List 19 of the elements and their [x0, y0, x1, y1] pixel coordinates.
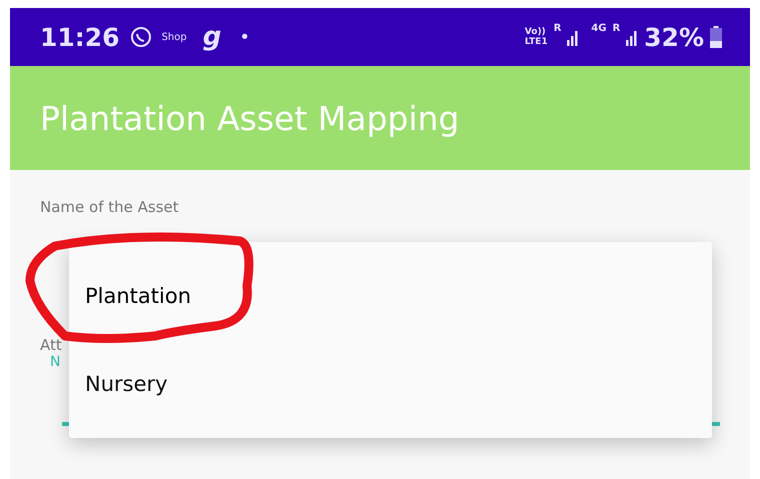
shop-notification: Shop: [162, 32, 187, 42]
volte-indicator: Vo)) LTE1: [524, 27, 548, 47]
battery-percentage: 32%: [644, 22, 704, 52]
dropdown-option[interactable]: Nursery: [69, 340, 712, 428]
field-value: N: [50, 354, 60, 370]
network-type: 4G: [591, 22, 606, 34]
dropdown-option[interactable]: Plantation: [69, 252, 712, 340]
field-label: Name of the Asset: [40, 198, 179, 216]
battery-icon: [710, 26, 722, 48]
signal-icon: [567, 28, 580, 46]
field-label: Att: [40, 336, 62, 354]
clock: 11:26: [40, 22, 120, 52]
chat-icon: [130, 26, 152, 48]
app-title: Plantation Asset Mapping: [40, 98, 460, 138]
roaming-indicator: R: [554, 22, 562, 34]
app-notification: g: [202, 22, 222, 52]
signal-icon: [626, 28, 638, 46]
notification-dot: •: [239, 26, 250, 48]
roaming-indicator: R: [612, 22, 620, 34]
